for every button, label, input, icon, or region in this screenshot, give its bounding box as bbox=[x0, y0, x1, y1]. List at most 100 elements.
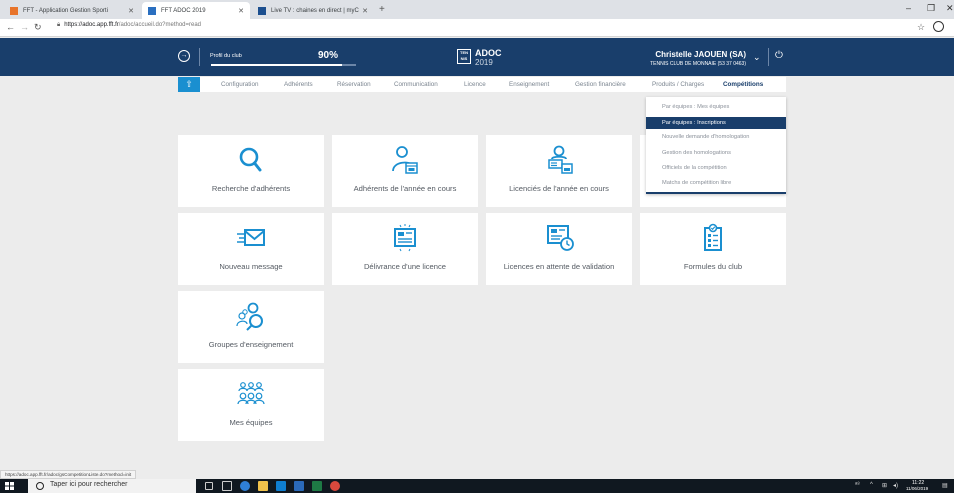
tile-label: Recherche d'adhérents bbox=[211, 184, 291, 193]
tile-label: Adhérents de l'année en cours bbox=[353, 184, 457, 193]
reload-icon[interactable]: ↻ bbox=[34, 22, 42, 33]
microphone-icon[interactable] bbox=[205, 482, 213, 490]
dropdown-item-gestion-homologations[interactable]: Gestion des homologations bbox=[646, 147, 786, 159]
notifications-icon[interactable]: ▤ bbox=[942, 482, 948, 489]
dropdown-item-matchs-libre[interactable]: Matchs de compétition libre bbox=[646, 177, 786, 189]
browser-tab-2[interactable]: FFT ADOC 2019 ✕ bbox=[142, 2, 250, 19]
tray-chevron-up-icon[interactable]: ^ bbox=[870, 482, 873, 488]
menu-item-gestion-financiere[interactable]: Gestion financière bbox=[575, 77, 626, 92]
menu-item-enseignement[interactable]: Enseignement bbox=[509, 77, 549, 92]
app-header: → Profil du club 90% TEN NIS ADOC 2019 Ch… bbox=[0, 38, 954, 76]
url-path: /adoc/accueil.do?method=read bbox=[118, 22, 202, 28]
tile-label: Délivrance d'une licence bbox=[363, 262, 447, 271]
restore-icon[interactable]: ❐ bbox=[927, 3, 935, 14]
windows-start-icon[interactable] bbox=[5, 482, 14, 490]
tile-label: Formules du club bbox=[683, 262, 743, 271]
forward-icon[interactable]: → bbox=[20, 22, 29, 32]
favicon-icon bbox=[10, 6, 18, 15]
people-icon[interactable]: ᵃ⁸ bbox=[855, 482, 860, 488]
tile-nouveau-message[interactable]: Nouveau message bbox=[178, 213, 324, 285]
clipboard-icon bbox=[704, 223, 722, 251]
taskbar-search-placeholder: Taper ici pour rechercher bbox=[50, 481, 128, 488]
taskbar-search[interactable]: Taper ici pour rechercher bbox=[28, 479, 196, 493]
outlook-icon[interactable] bbox=[276, 481, 286, 491]
divider bbox=[768, 48, 769, 66]
back-icon[interactable]: ← bbox=[6, 22, 15, 32]
browser-tab-bar: FFT - Application Gestion Sporti ✕ FFT A… bbox=[0, 0, 954, 19]
task-view-icon[interactable] bbox=[222, 481, 232, 491]
tab-title: FFT ADOC 2019 bbox=[161, 7, 206, 14]
favicon-icon bbox=[148, 6, 156, 15]
word-icon[interactable] bbox=[294, 481, 304, 491]
chevron-down-icon[interactable]: ⌄ bbox=[753, 52, 761, 63]
club-profile-label[interactable]: Profil du club bbox=[210, 53, 242, 59]
main-menu: ⇧ Configuration Adhérents Réservation Co… bbox=[178, 77, 786, 92]
cortana-icon bbox=[36, 482, 44, 490]
chrome-icon[interactable] bbox=[330, 481, 340, 491]
search-icon bbox=[239, 147, 262, 172]
edge-icon[interactable] bbox=[240, 481, 250, 491]
file-explorer-icon[interactable] bbox=[258, 481, 268, 491]
bookmark-star-icon[interactable]: ☆ bbox=[917, 22, 925, 33]
tile-formules-club[interactable]: Formules du club bbox=[640, 213, 786, 285]
home-button[interactable]: ⇧ bbox=[178, 77, 200, 92]
tab-title: Live TV : chaines en direct | myC bbox=[271, 7, 359, 14]
license-pending-icon bbox=[547, 225, 574, 251]
app-title: ADOC bbox=[475, 48, 502, 58]
tab-close-icon[interactable]: ✕ bbox=[362, 7, 368, 15]
teaching-group-icon bbox=[236, 302, 263, 331]
tile-mes-equipes[interactable]: Mes équipes bbox=[178, 369, 324, 441]
tile-label: Groupes d'enseignement bbox=[208, 340, 294, 349]
browser-tab-1[interactable]: FFT - Application Gestion Sporti ✕ bbox=[4, 2, 140, 19]
tile-delivrance-licence[interactable]: Délivrance d'une licence bbox=[332, 213, 478, 285]
status-url: https://adoc.app.fft.fr/adoc/gsCompetiti… bbox=[0, 470, 137, 479]
tile-licences-attente[interactable]: Licences en attente de validation bbox=[486, 213, 632, 285]
menu-item-reservation[interactable]: Réservation bbox=[337, 77, 371, 92]
user-club: TENNIS CLUB DE MONNAIE (53 37 0463) bbox=[650, 61, 746, 67]
tennis-logo-icon: TEN NIS bbox=[457, 49, 471, 64]
taskbar: Taper ici pour rechercher ᵃ⁸ ^ ⊞ ◂) 11:2… bbox=[0, 479, 954, 493]
member-calendar-icon bbox=[392, 146, 418, 174]
minimize-icon[interactable]: – bbox=[906, 3, 911, 13]
power-icon[interactable]: ⏻ bbox=[775, 50, 783, 61]
url-field[interactable]: 🔒︎ https://adoc.app.fft.fr/adoc/accueil.d… bbox=[57, 22, 201, 29]
tile-label: Nouveau message bbox=[219, 262, 283, 271]
account-icon[interactable] bbox=[933, 21, 944, 32]
tile-adherents-annee[interactable]: Adhérents de l'année en cours bbox=[332, 135, 478, 207]
clock-date[interactable]: 11/06/2019 bbox=[906, 486, 928, 491]
dropdown-item-mes-equipes[interactable]: Par équipes : Mes équipes bbox=[646, 101, 786, 113]
club-switch-icon[interactable]: → bbox=[178, 50, 190, 62]
dropdown-item-officiels[interactable]: Officiels de la compétition bbox=[646, 162, 786, 174]
address-bar: ← → ↻ 🔒︎ https://adoc.app.fft.fr/adoc/acc… bbox=[0, 19, 954, 37]
app-year: 2019 bbox=[475, 58, 493, 67]
dropdown-border bbox=[646, 192, 786, 194]
licensee-calendar-icon bbox=[548, 145, 573, 174]
tile-recherche-adherents[interactable]: Recherche d'adhérents bbox=[178, 135, 324, 207]
envelope-icon bbox=[237, 229, 265, 246]
tab-title: FFT - Application Gestion Sporti bbox=[23, 7, 108, 14]
menu-item-produits-charges[interactable]: Produits / Charges bbox=[652, 77, 704, 92]
browser-tab-3[interactable]: Live TV : chaines en direct | myC ✕ bbox=[252, 2, 374, 19]
dropdown-item-nouvelle-homologation[interactable]: Nouvelle demande d'homologation bbox=[646, 131, 786, 143]
volume-icon[interactable]: ◂) bbox=[893, 482, 898, 489]
tile-label: Mes équipes bbox=[229, 418, 273, 427]
new-tab-icon[interactable]: + bbox=[379, 4, 385, 15]
menu-item-adherents[interactable]: Adhérents bbox=[284, 77, 313, 92]
menu-item-communication[interactable]: Communication bbox=[394, 77, 438, 92]
tab-close-icon[interactable]: ✕ bbox=[128, 7, 134, 15]
dropdown-item-inscriptions[interactable]: Par équipes : Inscriptions bbox=[646, 117, 786, 129]
home-icon: ⇧ bbox=[185, 79, 193, 89]
close-window-icon[interactable]: ✕ bbox=[946, 3, 954, 14]
tile-licencies-annee[interactable]: Licenciés de l'année en cours bbox=[486, 135, 632, 207]
menu-item-configuration[interactable]: Configuration bbox=[221, 77, 258, 92]
tile-groupes-enseignement[interactable]: Groupes d'enseignement bbox=[178, 291, 324, 363]
teams-icon bbox=[237, 382, 265, 405]
menu-item-competitions[interactable]: Compétitions bbox=[723, 77, 763, 92]
menu-item-licence[interactable]: Licence bbox=[464, 77, 486, 92]
url-domain: https://adoc.app.fft.fr bbox=[64, 22, 119, 28]
network-icon[interactable]: ⊞ bbox=[882, 482, 887, 489]
tab-close-icon[interactable]: ✕ bbox=[238, 7, 244, 15]
club-profile-progress bbox=[211, 64, 356, 66]
excel-icon[interactable] bbox=[312, 481, 322, 491]
user-name[interactable]: Christelle JAOUEN (SA) bbox=[636, 50, 746, 59]
